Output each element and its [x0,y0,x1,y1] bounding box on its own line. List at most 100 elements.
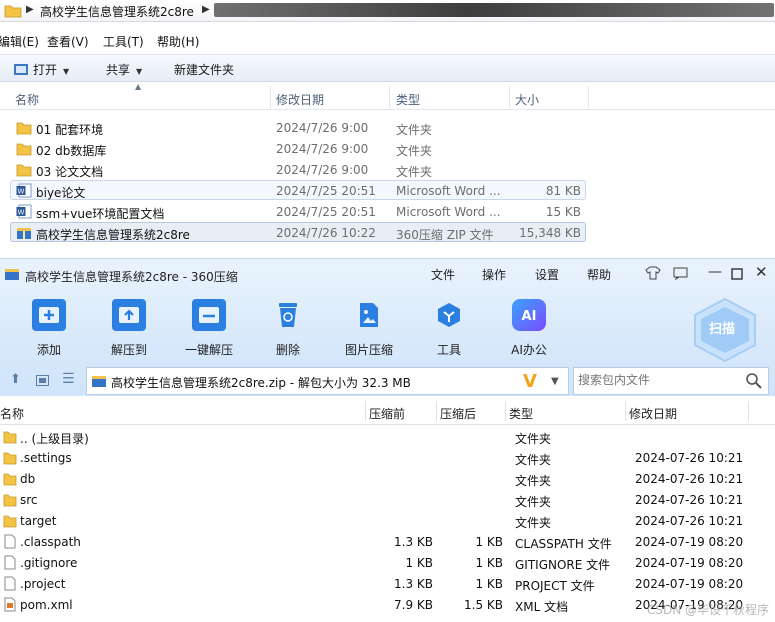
ai-office-button[interactable]: AI AI办公 [501,299,557,358]
search-box [573,367,769,395]
one-click-extract-icon [192,299,226,331]
zip-size-before: 1.3 KB [394,535,433,549]
col-type[interactable]: 类型 [396,91,420,108]
feedback-icon[interactable] [673,267,688,280]
column-divider[interactable] [436,401,437,421]
zip-file-type: 文件夹 [515,516,552,530]
file-row[interactable]: 01 配套环境 2024/7/26 9:00 文件夹 [10,117,586,137]
up-arrow-icon[interactable]: ⬆ [10,372,21,387]
column-divider[interactable] [748,401,749,421]
chevron-down-icon: ▼ [63,67,70,76]
file-icon [4,576,16,591]
menu-bar: 编辑(E) 查看(V) 工具(T) 帮助(H) [0,31,775,51]
extract-to-icon [112,299,146,331]
file-row[interactable]: W biye论文 2024/7/25 20:51 Microsoft Word … [10,180,586,200]
share-button[interactable]: 共享 ▼ [106,61,142,78]
v-logo-icon[interactable]: V [523,371,537,392]
close-icon[interactable]: ✕ [755,263,768,281]
zip-row[interactable]: .. (上级目录) 文件夹 [0,426,775,447]
path-box[interactable]: 高校学生信息管理系统2c8re.zip - 解包大小为 32.3 MB V ▼ [86,367,569,395]
explorer-window: ▶ 高校学生信息管理系统2c8re ▶ 编辑(E) 查看(V) 工具(T) 帮助… [0,0,775,258]
zip-row[interactable]: .gitignore 1 KB 1 KB GITIGNORE 文件 2024-0… [0,552,775,573]
column-divider[interactable] [270,86,271,108]
menu-view[interactable]: 查看(V) [47,33,89,50]
zip-archive-icon [92,376,106,387]
zip-file-type: 文件夹 [515,432,552,446]
zip-row[interactable]: .classpath 1.3 KB 1 KB CLASSPATH 文件 2024… [0,531,775,552]
breadcrumb[interactable]: 高校学生信息管理系统2c8re [40,3,194,20]
breadcrumb-arrow-icon[interactable]: ▶ [26,4,34,15]
zip-size-after: 1.5 KB [464,598,503,612]
file-row[interactable]: W ssm+vue环境配置文档 2024/7/25 20:51 Microsof… [10,201,586,221]
column-divider[interactable] [588,86,589,108]
zip-row[interactable]: target 文件夹 2024-07-26 10:21 [0,510,775,531]
menu-help[interactable]: 帮助(H) [157,33,199,50]
file-date: 2024/7/25 20:51 [276,205,376,219]
open-button[interactable]: 打开 ▼ [13,61,69,78]
zip-size-before: 1.3 KB [394,577,433,591]
address-bar-fill [214,3,774,17]
zip-file-type: 文件夹 [515,495,552,509]
col-size[interactable]: 大小 [515,91,539,108]
zip-file-name: pom.xml [20,598,73,612]
minimize-icon[interactable]: — [708,264,722,280]
column-divider[interactable] [505,401,506,421]
column-divider[interactable] [625,401,626,421]
open-label: 打开 [33,63,58,77]
zip-col-before[interactable]: 压缩前 [369,405,405,422]
zip-row[interactable]: .project 1.3 KB 1 KB PROJECT 文件 2024-07-… [0,573,775,594]
chevron-down-icon[interactable]: ▼ [551,376,559,387]
zip-menu-help[interactable]: 帮助 [587,266,611,283]
zip-col-after[interactable]: 压缩后 [440,405,476,422]
zip-menu-settings[interactable]: 设置 [535,266,559,283]
svg-text:AI: AI [522,309,537,323]
column-divider[interactable] [389,86,390,108]
file-row[interactable]: 02 db数据库 2024/7/26 9:00 文件夹 [10,138,586,158]
scan-button[interactable]: 扫描 [690,297,760,363]
column-divider[interactable] [365,401,366,421]
address-bar[interactable]: ▶ 高校学生信息管理系统2c8re ▶ [0,0,775,22]
add-button[interactable]: 添加 [21,299,77,358]
file-type: 文件夹 [396,123,433,137]
zip-col-date[interactable]: 修改日期 [629,405,677,422]
menu-edit[interactable]: 编辑(E) [0,33,39,50]
menu-tools[interactable]: 工具(T) [103,33,144,50]
zip-menu-file[interactable]: 文件 [431,266,455,283]
view-icon[interactable] [36,375,49,386]
file-row[interactable]: 高校学生信息管理系统2c8re 2024/7/26 10:22 360压缩 ZI… [10,222,586,242]
zip-row[interactable]: src 文件夹 2024-07-26 10:21 [0,489,775,510]
search-input[interactable] [578,373,738,387]
skin-icon[interactable] [645,266,661,280]
folder-icon [16,122,32,135]
maximize-icon[interactable] [731,268,743,280]
image-compress-button[interactable]: 图片压缩 [341,299,397,358]
col-name[interactable]: 名称 [15,91,39,108]
watermark: CSDN @毕设千秋程序 [646,603,769,617]
file-name: ssm+vue环境配置文档 [36,207,165,221]
zip-file-date: 2024-07-26 10:21 [635,493,744,507]
file-size: 15 KB [545,205,581,219]
zip-row[interactable]: db 文件夹 2024-07-26 10:21 [0,468,775,489]
one-click-extract-button[interactable]: 一键解压 [181,299,237,358]
extract-to-button[interactable]: 解压到 [101,299,157,358]
delete-button[interactable]: 删除 [260,299,316,358]
zip-size-before: 7.9 KB [394,598,433,612]
tools-button[interactable]: 工具 [421,299,477,358]
folder-icon [3,473,17,486]
col-date[interactable]: 修改日期 [276,91,324,108]
breadcrumb-arrow-icon[interactable]: ▶ [202,4,210,15]
zip-menu-operate[interactable]: 操作 [482,266,506,283]
search-icon[interactable] [745,372,763,390]
list-view-icon[interactable]: ☰ [62,371,75,387]
new-folder-button[interactable]: 新建文件夹 [174,61,234,78]
column-divider[interactable] [509,86,510,108]
file-type: Microsoft Word ... [396,205,501,219]
file-row[interactable]: 03 论文文档 2024/7/26 9:00 文件夹 [10,159,586,179]
zip-file-name: .. (上级目录) [20,432,89,446]
zip-row[interactable]: .settings 文件夹 2024-07-26 10:21 [0,447,775,468]
zip-col-name[interactable]: 名称 [0,405,24,422]
zip-col-type[interactable]: 类型 [509,405,533,422]
zip-archive-icon [17,228,31,239]
file-date: 2024/7/26 9:00 [276,121,369,135]
zip-file-name: src [20,493,38,507]
